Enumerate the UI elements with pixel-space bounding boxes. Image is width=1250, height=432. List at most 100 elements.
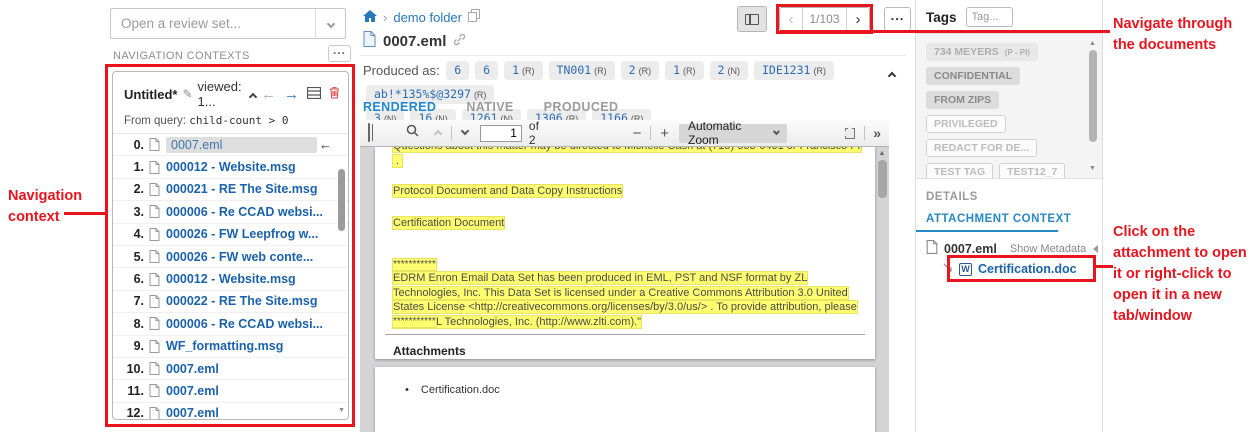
edit-pencil-icon[interactable]: ✎	[182, 87, 192, 101]
document-link[interactable]: 0007.eml	[171, 138, 222, 152]
tag-badge[interactable]: 734 MEYERS (P - PI)	[926, 43, 1038, 61]
tag-badge[interactable]: TEST TAG	[926, 163, 994, 178]
collapse-produced-chevron-icon[interactable]	[887, 66, 897, 84]
produced-badge[interactable]: 1 (R)	[665, 61, 704, 81]
next-document-button[interactable]: ›	[846, 8, 869, 30]
tags-scrollbar[interactable]: ▲ ▼	[1088, 40, 1097, 172]
document-link[interactable]: 000026 - FW Leepfrog w...	[166, 227, 318, 241]
more-options-button[interactable]: ...	[884, 7, 911, 31]
produced-badge[interactable]: TN001 (R)	[548, 61, 615, 81]
document-link[interactable]: 000012 - Website.msg	[166, 160, 296, 174]
tag-label: FROM ZIPS	[934, 94, 992, 106]
zoom-in-button[interactable]: +	[660, 125, 669, 142]
chevron-down-icon[interactable]	[315, 9, 345, 38]
breadcrumb-folder-link[interactable]: demo folder	[393, 10, 462, 25]
document-link[interactable]: 000006 - Re CCAD websi...	[166, 317, 323, 331]
toolbar-overflow-icon[interactable]: »	[873, 125, 881, 141]
prev-document-button[interactable]: ‹	[780, 8, 803, 30]
toggle-panel-button[interactable]	[737, 6, 767, 32]
document-link[interactable]: 0007.eml	[166, 362, 219, 376]
list-scrollbar-thumb[interactable]	[338, 169, 345, 231]
pdf-sidebar-toggle-icon[interactable]	[368, 123, 370, 142]
tag-input[interactable]	[965, 7, 1013, 27]
list-item[interactable]: 12. 0007.eml	[113, 403, 348, 419]
review-set-select[interactable]: Open a review set...	[110, 8, 346, 39]
annotation-line	[780, 30, 1110, 33]
scroll-down-icon[interactable]: ▼	[1089, 165, 1096, 172]
produced-badge[interactable]: 6	[475, 61, 499, 81]
document-link[interactable]: 000026 - FW web conte...	[166, 250, 313, 264]
document-icon	[149, 250, 160, 264]
list-item[interactable]: 8. 000006 - Re CCAD websi...	[113, 313, 348, 336]
copy-icon[interactable]	[468, 9, 480, 25]
list-item[interactable]: 9. WF_formatting.msg	[113, 336, 348, 358]
collapse-triangle-icon[interactable]	[1093, 244, 1098, 253]
tag-badge[interactable]: TEST12_7	[999, 163, 1066, 178]
document-link[interactable]: 0007.eml	[166, 406, 219, 419]
produced-badge[interactable]: 2 (N)	[709, 61, 748, 81]
item-number: 2.	[133, 182, 144, 197]
email-clipped-line: Questions about this matter may be direc…	[393, 147, 861, 152]
pdf-scrollbar[interactable]: ▲	[877, 150, 887, 198]
tag-badge[interactable]: FROM ZIPS	[926, 91, 1000, 109]
document-link[interactable]: 000022 - RE The Site.msg	[166, 294, 317, 308]
nav-contexts-menu-button[interactable]: ...	[328, 44, 351, 62]
context-title: Untitled*	[124, 86, 178, 102]
produced-badge[interactable]: 2 (R)	[620, 61, 660, 81]
metadata-panel: Tags 734 MEYERS (P - PI) CONFIDENTIAL	[915, 0, 1103, 432]
tags-scrollbar-thumb[interactable]	[1088, 50, 1097, 142]
list-item[interactable]: 5. 000026 - FW web conte...	[113, 246, 348, 269]
context-document-list: 0. 0007.eml ← 1. 000012 - Website.msg 2.…	[113, 133, 348, 419]
list-item[interactable]: 3. 000006 - Re CCAD websi...	[113, 201, 348, 224]
list-item[interactable]: 7. 000022 - RE The Site.msg	[113, 291, 348, 314]
list-item[interactable]: 0. 0007.eml ←	[113, 134, 348, 157]
link-icon[interactable]	[453, 33, 466, 50]
home-icon[interactable]	[363, 9, 377, 25]
document-link[interactable]: WF_formatting.msg	[166, 339, 283, 353]
attachment-context-header[interactable]: ATTACHMENT CONTEXT	[926, 213, 1071, 225]
produced-badge[interactable]: IDE1231 (R)	[753, 61, 834, 81]
find-prev-chevron-icon[interactable]	[433, 124, 443, 142]
document-link[interactable]: 000021 - RE The Site.msg	[166, 182, 317, 196]
list-item[interactable]: 6. 000012 - Website.msg	[113, 268, 348, 291]
divider	[650, 126, 652, 140]
pdf-page-2: • Certification.doc	[375, 367, 875, 432]
zoom-select[interactable]: Automatic Zoom	[678, 119, 788, 147]
find-next-chevron-icon[interactable]	[460, 124, 470, 142]
document-link[interactable]: 0007.eml	[166, 384, 219, 398]
attachment-link[interactable]: Certification.doc	[978, 262, 1077, 276]
scroll-up-icon[interactable]: ▲	[879, 150, 886, 157]
search-icon[interactable]	[406, 124, 419, 142]
item-number: 8.	[133, 316, 144, 331]
document-icon	[149, 294, 160, 308]
list-item[interactable]: 4. 000026 - FW Leepfrog w...	[113, 224, 348, 246]
selection-tool-icon[interactable]	[844, 126, 856, 139]
pdf-page-input[interactable]	[479, 124, 522, 142]
list-item[interactable]: 2. 000021 - RE The Site.msg	[113, 179, 348, 202]
produced-badge[interactable]: 6	[446, 61, 470, 81]
prev-doc-arrow-icon[interactable]: ←	[261, 86, 276, 103]
show-metadata-link[interactable]: Show Metadata	[1010, 243, 1086, 255]
scroll-up-icon[interactable]: ▲	[1089, 40, 1096, 47]
tag-badge[interactable]: REDACT FOR DE...	[926, 139, 1038, 157]
trash-icon[interactable]	[329, 86, 340, 102]
document-link[interactable]: 000006 - Re CCAD websi...	[166, 205, 323, 219]
review-set-placeholder: Open a review set...	[121, 16, 242, 31]
tag-badge[interactable]: PRIVILEGED	[926, 115, 1006, 133]
produced-badge[interactable]: 1 (R)	[504, 61, 543, 81]
zoom-out-button[interactable]: −	[633, 125, 642, 142]
collapse-chevron-icon[interactable]	[248, 88, 258, 103]
table-view-icon[interactable]	[306, 86, 322, 102]
scroll-down-icon[interactable]: ▼	[338, 407, 345, 414]
attachment-row[interactable]: W Certification.doc	[943, 262, 1077, 276]
pdf-scrollbar-thumb[interactable]	[877, 160, 887, 198]
document-link[interactable]: 000012 - Website.msg	[166, 272, 296, 286]
navigation-context-card: Untitled* ✎ viewed: 1... ← → From query:…	[112, 71, 349, 420]
attachment-context-underline	[916, 230, 1058, 232]
list-item[interactable]: 11. 0007.eml	[113, 380, 348, 403]
list-item[interactable]: 1. 000012 - Website.msg	[113, 156, 348, 179]
list-item[interactable]: 10. 0007.eml	[113, 358, 348, 381]
tag-badge[interactable]: CONFIDENTIAL	[926, 67, 1021, 85]
parent-document-row[interactable]: 0007.eml Show Metadata	[926, 240, 1098, 257]
next-doc-arrow-icon[interactable]: →	[284, 86, 299, 103]
